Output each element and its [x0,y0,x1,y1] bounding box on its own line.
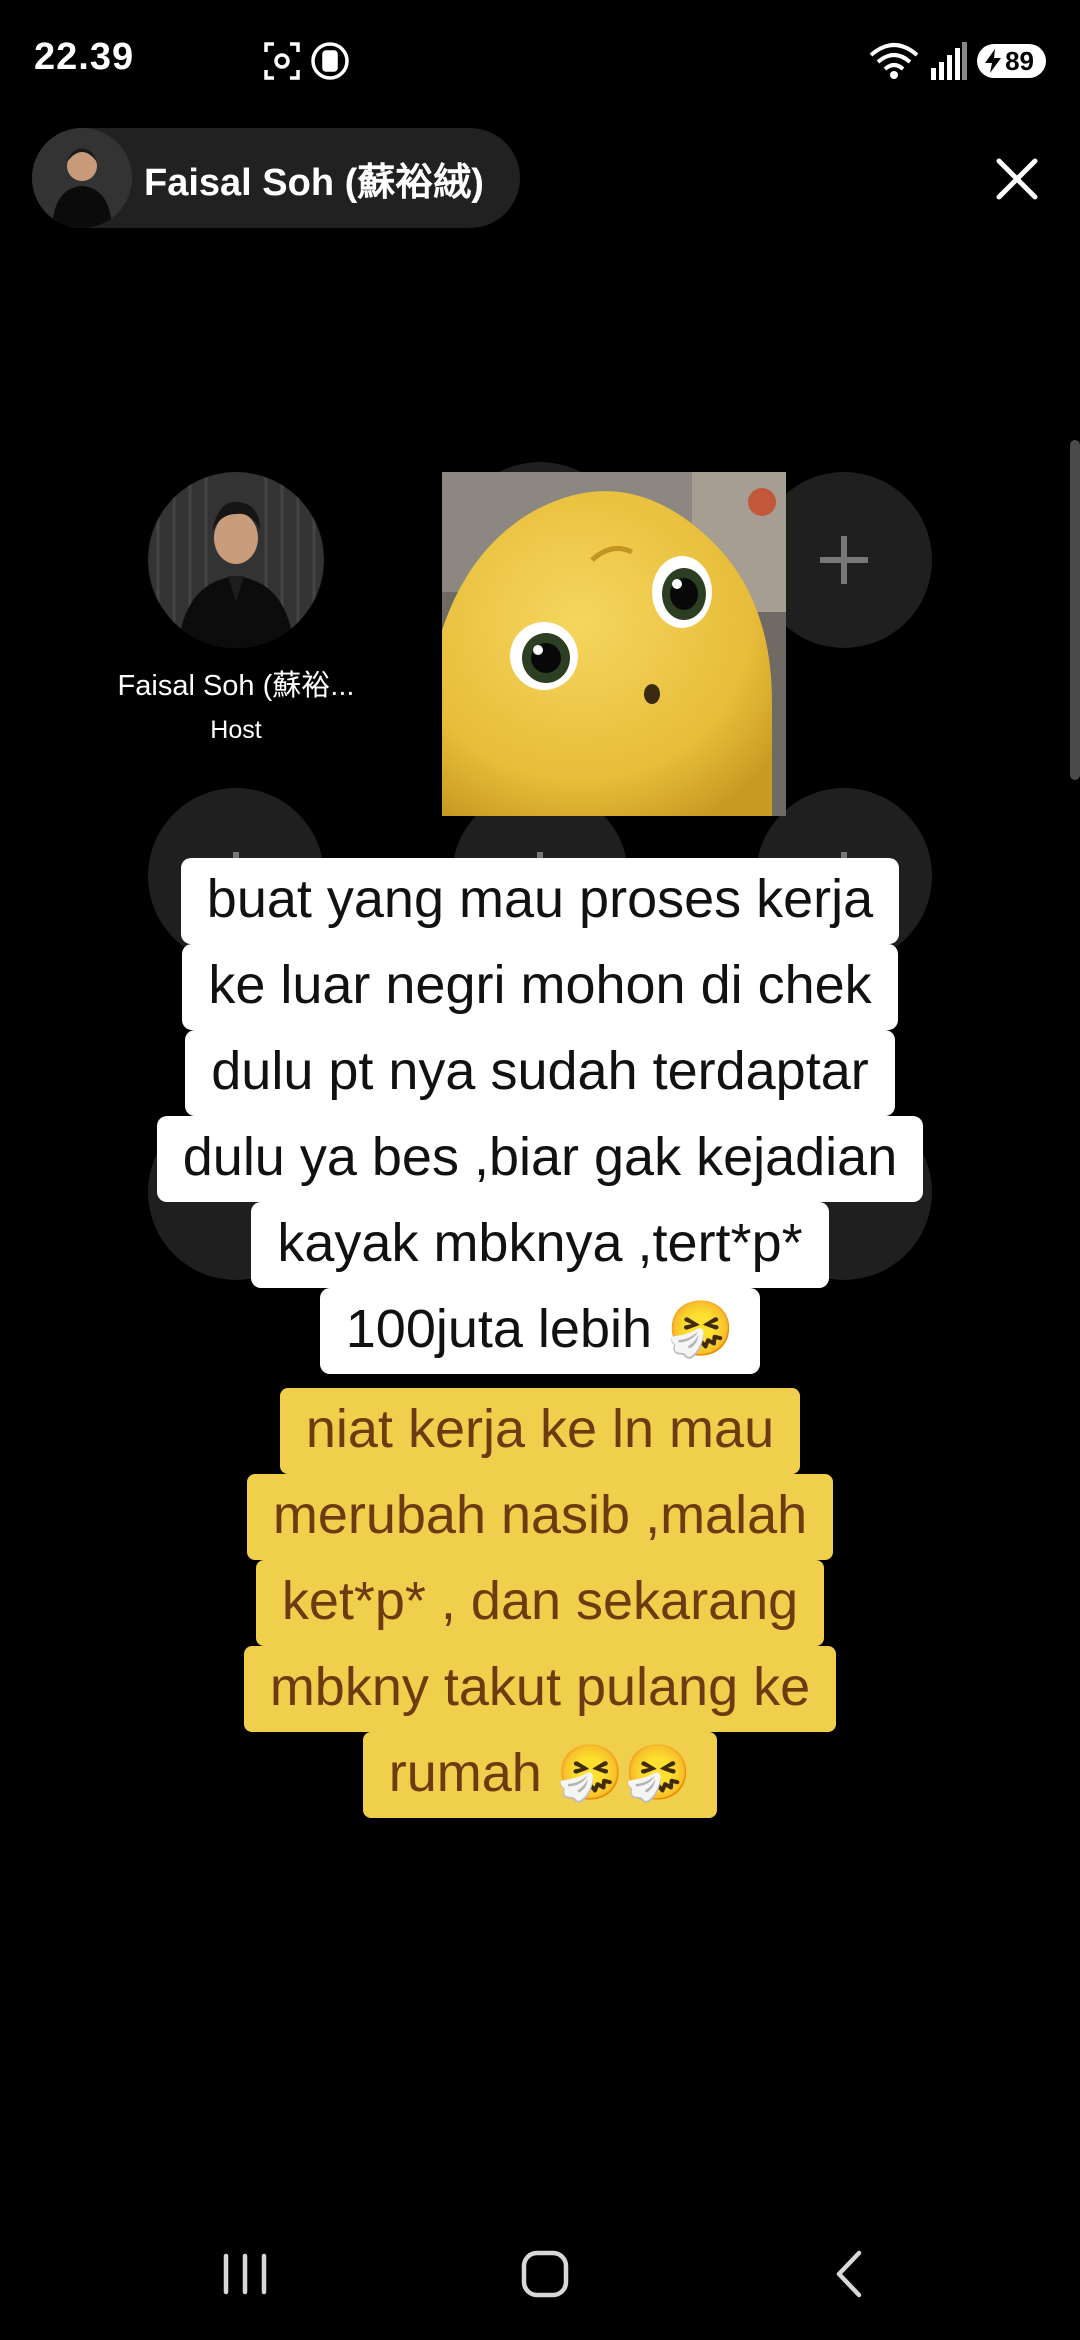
recent-apps-icon [223,2253,267,2295]
host-seat-role: Host [210,716,262,744]
caption-line: ket*p* , dan sekarang [255,1560,825,1646]
host-avatar[interactable] [32,128,132,228]
status-bar: 22.39 89 [0,0,1080,120]
home-icon [521,2250,569,2298]
host-profile-chip[interactable]: Faisal Soh (蘇裕絨) [32,128,520,228]
host-name: Faisal Soh (蘇裕絨) [144,161,484,204]
caption-line: kayak mbknya ,tert*p* [251,1202,829,1288]
host-seat-name: Faisal Soh (蘇裕... [117,670,355,702]
status-time: 22.39 [34,36,135,78]
wifi-icon [869,43,919,79]
record-icon [311,42,349,80]
plus-icon [820,536,868,584]
scroll-indicator[interactable] [1070,440,1080,780]
caption-line: mbkny takut pulang ke [243,1646,837,1732]
caption-line: buat yang mau proses kerja [180,858,900,944]
status-right-group: 89 [867,40,1046,82]
character-sticker-image [442,472,786,816]
caption-line: merubah nasib ,malah [246,1474,834,1560]
caption-line: rumah 🤧🤧 [362,1732,718,1818]
battery-icon: 89 [977,44,1046,78]
caption-line: niat kerja ke ln mau [279,1388,801,1474]
caption-line: dulu pt nya sudah terdaptar [185,1030,895,1116]
charging-bolt-icon [985,49,1002,73]
system-nav-bar [0,2210,1080,2340]
signal-icon [931,42,968,80]
close-icon [996,158,1038,200]
caption-white-block: buat yang mau proses kerja ke luar negri… [0,858,1080,1374]
screenshot-icon [264,42,300,80]
battery-level: 89 [1005,45,1034,76]
caption-yellow-block: niat kerja ke ln mau merubah nasib ,mala… [0,1388,1080,1818]
notification-icons [264,42,349,80]
host-seat[interactable]: Faisal Soh (蘇裕... Host [118,472,354,744]
caption-line: ke luar negri mohon di chek [182,944,898,1030]
back-icon [836,2250,862,2298]
recent-apps-button[interactable] [200,2234,290,2314]
back-button[interactable] [804,2234,894,2314]
close-button[interactable] [982,144,1052,214]
caption-line: dulu ya bes ,biar gak kejadian [156,1116,924,1202]
host-seat-avatar[interactable] [148,472,324,648]
caption-line: 100juta lebih 🤧 [319,1288,761,1374]
home-button[interactable] [500,2234,590,2314]
